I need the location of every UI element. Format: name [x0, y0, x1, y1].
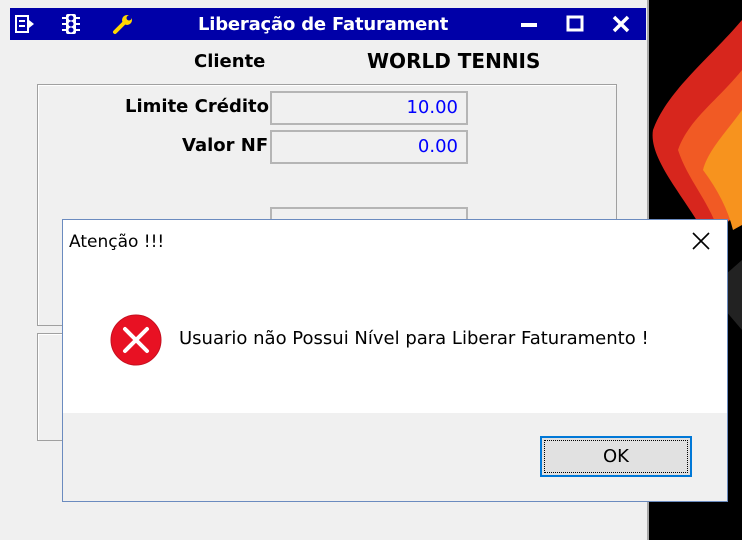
traffic-light-icon[interactable] [60, 13, 82, 35]
close-icon[interactable] [608, 12, 634, 36]
dialog-message: Usuario não Possui Nível para Liberar Fa… [179, 328, 649, 349]
close-icon[interactable] [689, 229, 713, 253]
dialog-title: Atenção !!! [69, 232, 165, 252]
limite-credito-field[interactable]: 10.00 [270, 91, 468, 125]
cliente-value: WORLD TENNIS [367, 49, 541, 73]
alert-dialog: Atenção !!! Usuario não Possui Nível par… [62, 219, 728, 502]
title-bar[interactable]: Liberação de Faturament [10, 8, 646, 40]
error-icon [110, 314, 162, 366]
limite-credito-label: Limite Crédito [125, 96, 269, 117]
dialog-footer: OK [63, 413, 727, 501]
valor-nf-field[interactable]: 0.00 [270, 130, 468, 164]
ok-button[interactable]: OK [540, 436, 692, 477]
cliente-label: Cliente [194, 51, 266, 72]
menu-icon[interactable] [14, 13, 36, 35]
valor-nf-label: Valor NF [182, 135, 269, 156]
wrench-icon[interactable] [112, 13, 134, 35]
maximize-icon[interactable] [562, 12, 588, 36]
minimize-icon[interactable] [516, 12, 542, 36]
window-title: Liberação de Faturament [198, 14, 449, 35]
